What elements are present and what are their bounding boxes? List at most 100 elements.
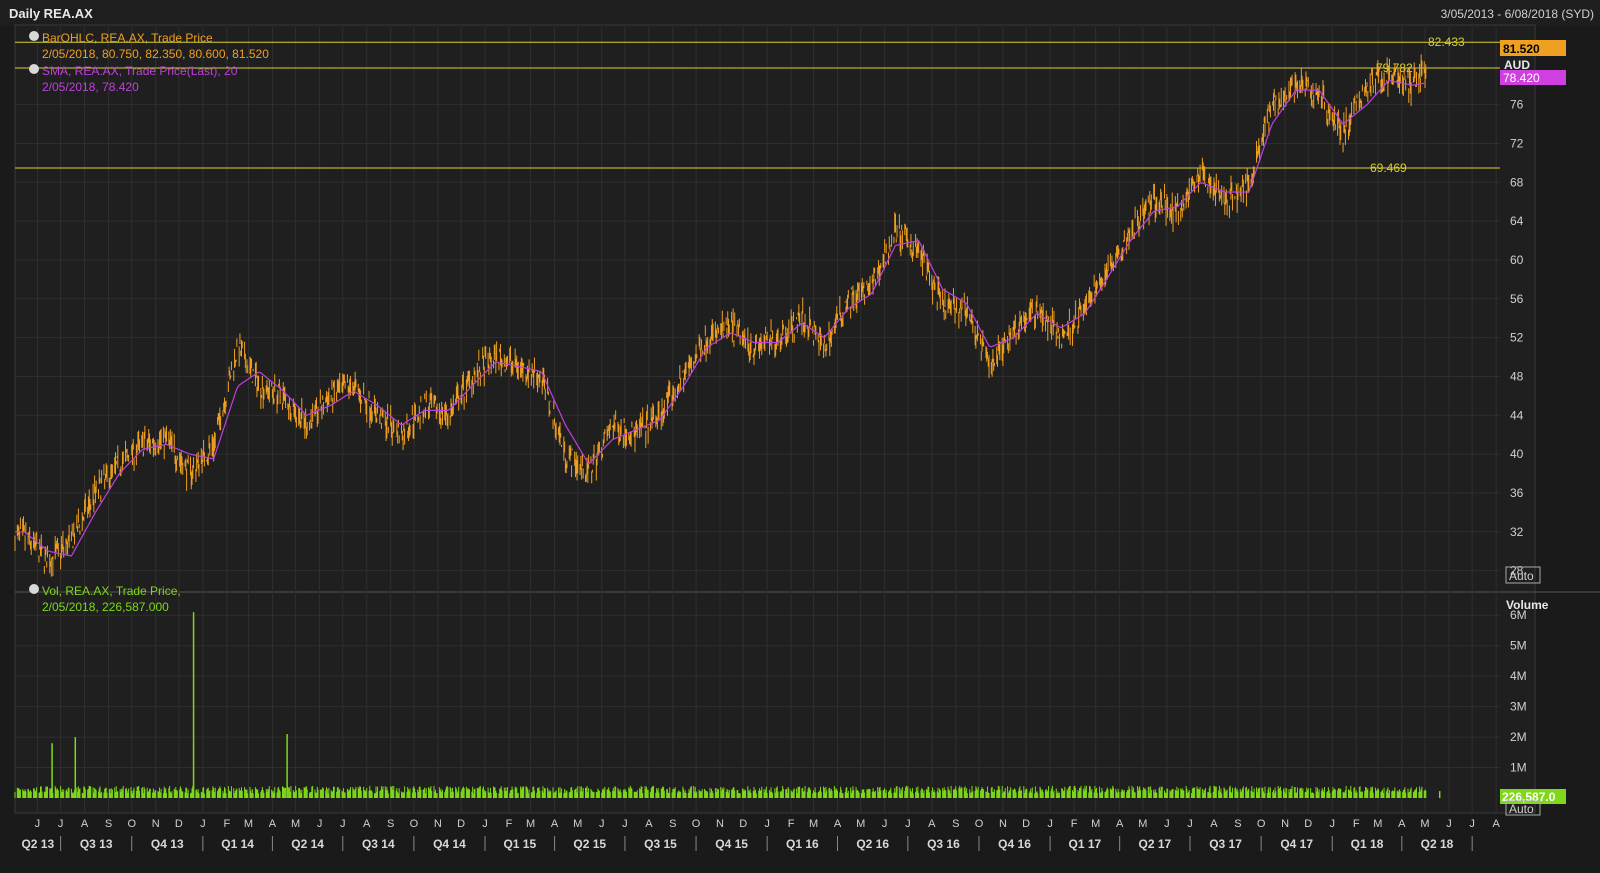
x-month-label: N [999, 818, 1007, 830]
x-quarter-label: Q3 17 [1209, 837, 1242, 851]
price-panel [14, 24, 1536, 593]
x-month-label: M [526, 818, 535, 830]
price-y-tick: 44 [1510, 408, 1524, 422]
x-month-label: J [882, 818, 888, 830]
x-month-label: A [269, 818, 277, 830]
sma-price-label: 78.420 [1503, 71, 1540, 85]
x-month-label: A [928, 818, 936, 830]
x-month-label: A [81, 818, 89, 830]
x-quarter-label: Q4 15 [715, 837, 748, 851]
x-month-label: J [622, 818, 628, 830]
price-y-tick: 76 [1510, 98, 1524, 112]
x-quarter-label: Q1 14 [221, 837, 254, 851]
x-month-label: D [457, 818, 465, 830]
volume-y-tick: 2M [1510, 730, 1527, 744]
volume-y-tick: 4M [1510, 669, 1527, 683]
x-month-label: M [856, 818, 865, 830]
x-month-label: A [834, 818, 842, 830]
x-month-label: J [482, 818, 488, 830]
x-month-label: M [573, 818, 582, 830]
x-month-label: F [223, 818, 230, 830]
volume-y-tick: 3M [1510, 700, 1527, 714]
x-month-label: N [152, 818, 160, 830]
x-quarter-label: Q4 14 [433, 837, 466, 851]
legend-bar: BarOHLC, REA.AX, Trade Price [42, 31, 213, 45]
x-month-label: N [716, 818, 724, 830]
x-quarter-label: Q2 13 [21, 837, 54, 851]
x-month-label: F [1071, 818, 1078, 830]
horizontal-line-label: 82.433 [1428, 35, 1465, 49]
x-month-label: J [905, 818, 911, 830]
price-y-tick: 36 [1510, 486, 1524, 500]
x-month-label: J [599, 818, 605, 830]
x-month-label: F [788, 818, 795, 830]
x-quarter-label: Q4 13 [151, 837, 184, 851]
x-quarter-label: Q2 17 [1138, 837, 1171, 851]
header-bar [0, 0, 1600, 26]
legend-bar-values: 2/05/2018, 80.750, 82.350, 80.600, 81.52… [42, 47, 269, 61]
x-month-label: A [1210, 818, 1218, 830]
x-quarter-label: Q3 16 [927, 837, 960, 851]
date-range: 3/05/2013 - 6/08/2018 (SYD) [1441, 7, 1594, 21]
x-month-label: S [952, 818, 959, 830]
legend-vol-icon[interactable] [29, 584, 39, 594]
price-y-tick: 48 [1510, 369, 1524, 383]
legend-sma-icon[interactable] [29, 64, 39, 74]
chart-canvas: Daily REA.AX 3/05/2013 - 6/08/2018 (SYD)… [0, 0, 1600, 873]
x-month-label: J [200, 818, 206, 830]
x-month-label: S [669, 818, 676, 830]
x-quarter-label: Q2 15 [573, 837, 606, 851]
x-month-label: M [1373, 818, 1382, 830]
x-month-label: O [127, 818, 136, 830]
x-month-label: J [58, 818, 64, 830]
x-month-label: A [645, 818, 653, 830]
x-month-label: J [1187, 818, 1193, 830]
x-month-label: J [1446, 818, 1452, 830]
x-quarter-label: Q4 17 [1280, 837, 1313, 851]
x-quarter-label: Q4 16 [998, 837, 1031, 851]
x-month-label: M [809, 818, 818, 830]
last-price-label: 81.520 [1503, 42, 1540, 56]
price-y-tick: 60 [1510, 253, 1524, 267]
x-month-label: J [1469, 818, 1475, 830]
price-y-tick: 68 [1510, 175, 1524, 189]
x-month-label: O [692, 818, 701, 830]
volume-y-tick: 5M [1510, 639, 1527, 653]
x-month-label: J [340, 818, 346, 830]
x-month-label: A [363, 818, 371, 830]
x-month-label: J [1330, 818, 1336, 830]
x-month-label: J [1047, 818, 1053, 830]
x-month-label: F [506, 818, 513, 830]
x-quarter-label: Q3 14 [362, 837, 395, 851]
x-month-label: M [244, 818, 253, 830]
legend-bar-icon[interactable] [29, 31, 39, 41]
x-month-label: D [1304, 818, 1312, 830]
price-y-tick: 56 [1510, 292, 1524, 306]
price-y-tick: 72 [1510, 136, 1524, 150]
x-month-label: J [35, 818, 41, 830]
volume-y-tick: 1M [1510, 761, 1527, 775]
chart-title: Daily REA.AX [9, 6, 93, 21]
x-month-label: O [1257, 818, 1266, 830]
price-y-tick: 32 [1510, 525, 1524, 539]
x-month-label: S [387, 818, 394, 830]
x-quarter-label: Q2 16 [856, 837, 889, 851]
x-month-label: M [1420, 818, 1429, 830]
price-y-tick: 64 [1510, 214, 1524, 228]
legend-sma: SMA, REA.AX, Trade Price(Last), 20 [42, 64, 238, 78]
x-quarter-label: Q1 15 [503, 837, 536, 851]
x-month-label: A [1116, 818, 1124, 830]
legend-sma-values: 2/05/2018, 78.420 [42, 80, 139, 94]
x-month-label: A [1398, 818, 1406, 830]
x-quarter-label: Q1 16 [786, 837, 819, 851]
x-month-label: O [410, 818, 419, 830]
x-month-label: N [434, 818, 442, 830]
volume-auto-label: Auto [1509, 802, 1534, 816]
x-month-label: J [1164, 818, 1170, 830]
volume-panel [14, 591, 1536, 814]
x-month-label: S [105, 818, 112, 830]
x-month-label: D [175, 818, 183, 830]
x-month-label: A [1492, 818, 1500, 830]
x-quarter-label: Q1 17 [1069, 837, 1102, 851]
horizontal-line-label: 69.469 [1370, 161, 1407, 175]
